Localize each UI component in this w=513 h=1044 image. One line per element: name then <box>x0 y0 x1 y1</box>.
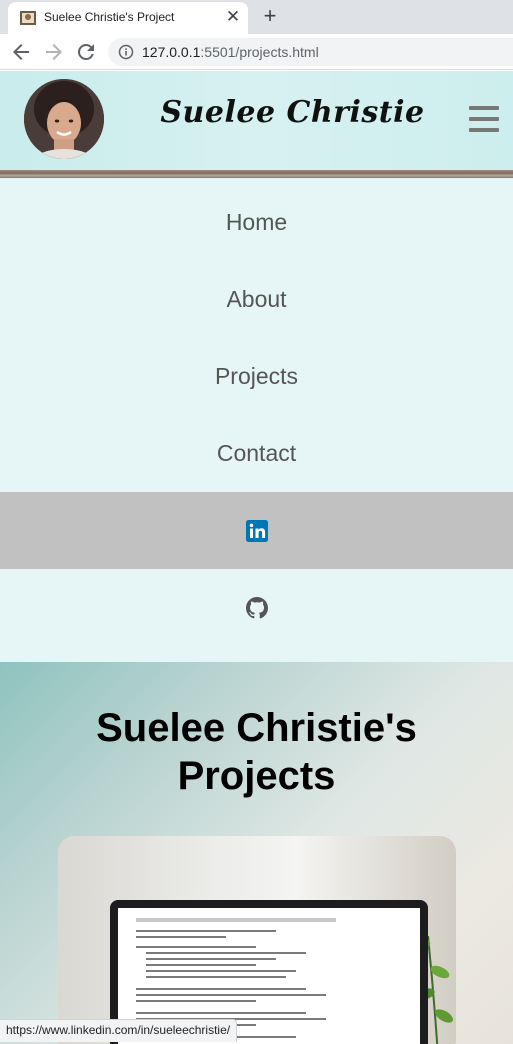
url-host: 127.0.0.1 <box>142 44 201 60</box>
browser-status-url: https://www.linkedin.com/in/sueleechrist… <box>0 1019 238 1042</box>
page-title-line2: Projects <box>177 754 336 798</box>
avatar-photo <box>24 79 104 159</box>
linkedin-link[interactable] <box>0 492 513 569</box>
nav-menu: Home About Projects Contact <box>0 178 513 492</box>
header-divider <box>0 170 513 178</box>
forward-arrow-icon[interactable] <box>42 40 66 64</box>
nav-item-contact[interactable]: Contact <box>0 415 513 492</box>
github-icon[interactable] <box>246 597 268 619</box>
nav-item-home[interactable]: Home <box>0 184 513 261</box>
info-icon[interactable] <box>118 44 134 60</box>
page-title: Suelee Christie's Projects <box>40 704 473 800</box>
avatar <box>24 79 104 159</box>
tab-close-icon[interactable]: ✕ <box>224 7 242 27</box>
projects-hero: Suelee Christie's Projects <box>0 662 513 1044</box>
browser-tab[interactable]: Suelee Christie's Project ✕ <box>8 2 248 34</box>
nav-item-about[interactable]: About <box>0 261 513 338</box>
nav-item-projects[interactable]: Projects <box>0 338 513 415</box>
reload-icon[interactable] <box>74 40 98 64</box>
page-title-line1: Suelee Christie's <box>96 706 417 750</box>
project-card-image[interactable] <box>58 836 456 1044</box>
favicon-icon <box>20 11 36 25</box>
github-link[interactable] <box>0 569 513 662</box>
linkedin-icon[interactable] <box>246 520 268 542</box>
url-path: :5501/projects.html <box>200 44 319 60</box>
browser-toolbar: 127.0.0.1:5501/projects.html <box>0 34 513 70</box>
tab-title: Suelee Christie's Project <box>44 10 175 24</box>
back-arrow-icon[interactable] <box>9 40 33 64</box>
new-tab-icon[interactable]: + <box>259 3 281 29</box>
site-header: Suelee Christie <box>0 71 513 170</box>
address-bar[interactable]: 127.0.0.1:5501/projects.html <box>108 38 513 66</box>
url-text[interactable]: 127.0.0.1:5501/projects.html <box>142 44 319 60</box>
browser-tab-bar: Suelee Christie's Project ✕ + <box>0 0 513 34</box>
site-brand[interactable]: Suelee Christie <box>130 95 455 130</box>
hamburger-icon[interactable] <box>469 106 499 132</box>
